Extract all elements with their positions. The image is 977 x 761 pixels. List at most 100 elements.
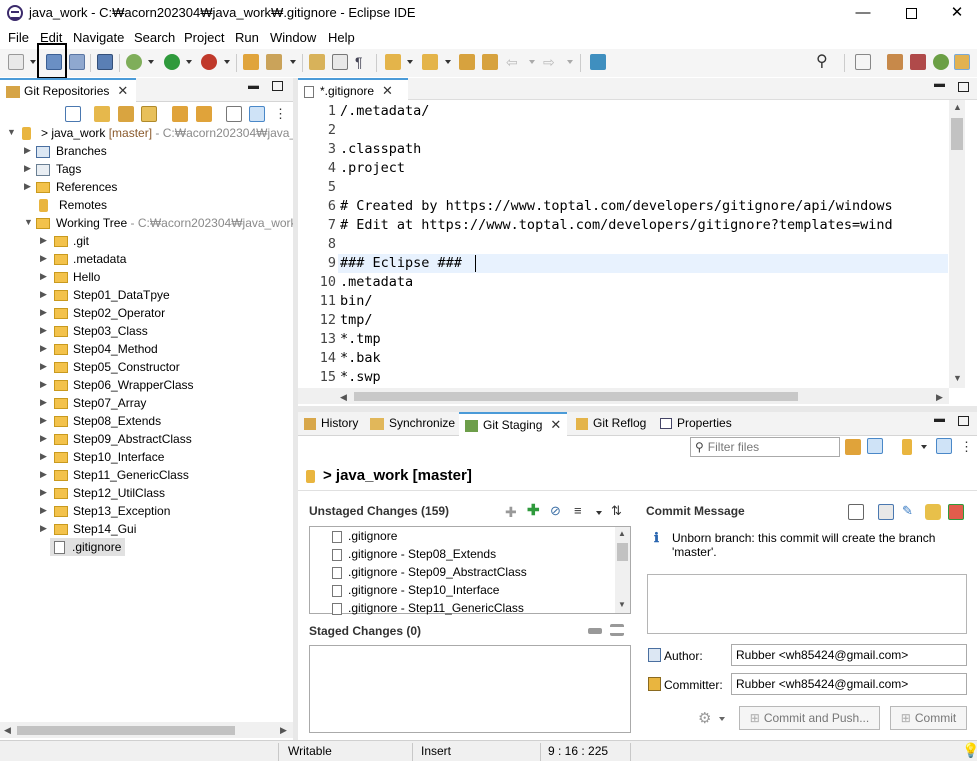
refresh-icon[interactable] [196,106,212,122]
code-line[interactable]: /.metadata/ [340,103,429,119]
tree-tags[interactable]: Tags [36,160,81,178]
chevron-down-icon[interactable]: ▼ [24,217,33,227]
tree-folder[interactable]: Step12_UtilClass [54,484,165,502]
scroll-down-icon[interactable]: ▼ [953,373,962,383]
git-perspective-icon[interactable] [954,54,970,70]
view-menu-icon[interactable]: ⋮ [274,106,290,122]
close-tab-icon[interactable]: ✕ [117,80,128,102]
presentation-icon[interactable]: ≡ [574,504,590,520]
last-edit-forward-icon[interactable] [482,54,498,70]
open-type-icon[interactable] [243,54,259,70]
tree-folder[interactable]: .git [54,232,89,250]
tree-remotes[interactable]: Remotes [36,196,107,214]
chevron-right-icon[interactable]: ▶ [40,487,47,498]
chevron-right-icon[interactable]: ▶ [40,361,47,372]
chevron-right-icon[interactable]: ▶ [40,325,47,336]
list-item[interactable]: .gitignore - Step09_AbstractClass [332,563,527,581]
text-editor[interactable]: 1/.metadata/2 3 .classpath 4 .project 5 6 # Cre… [298,100,977,406]
tree-folder[interactable]: Step04_Method [54,340,158,358]
code-line[interactable]: # Edit at https://www.toptal.com/develop… [340,217,893,233]
code-line[interactable]: ### Eclipse ### [340,255,462,271]
code-line[interactable]: .classpath [340,141,421,157]
debug-icon[interactable] [126,54,142,70]
create-repo-icon[interactable] [141,106,157,122]
signed-off-icon[interactable]: ✎ [902,504,918,520]
chevron-right-icon[interactable]: ▶ [40,469,47,480]
next-annotation-dropdown-icon[interactable] [407,60,413,64]
code-line[interactable]: *.bak [340,350,381,366]
list-item[interactable]: .gitignore - Step10_Interface [332,581,499,599]
tree-folder[interactable]: Step11_GenericClass [54,466,189,484]
tab-history[interactable]: History [298,412,364,436]
prev-annotation-icon[interactable] [422,54,438,70]
minimize-button[interactable]: — [848,3,878,23]
list-item[interactable]: .gitignore - Step08_Extends [332,545,496,563]
tab-synchronize[interactable]: Synchronize [364,412,461,436]
commit-message-input[interactable] [647,574,967,634]
unstage-all-icon[interactable] [610,624,624,636]
debug-dropdown-icon[interactable] [148,60,154,64]
chevron-right-icon[interactable]: ▶ [40,397,47,408]
tree-branches[interactable]: Branches [36,142,107,160]
close-tab-icon[interactable]: ✕ [382,80,393,102]
chevron-right-icon[interactable]: ▶ [40,253,47,264]
author-input[interactable]: Rubber <wh85424@gmail.com> [731,644,967,666]
maximize-editor-icon[interactable] [958,82,969,92]
chevron-right-icon[interactable]: ▶ [24,163,31,174]
tree-file-gitignore[interactable]: .gitignore [50,538,126,556]
menu-navigate[interactable]: Navigate [73,30,124,45]
tree-folder[interactable]: Step07_Array [54,394,146,412]
collapse-all-icon[interactable] [65,106,81,122]
tree-folder[interactable]: Step14_Gui [54,520,136,538]
external-tools-dropdown-icon[interactable] [224,60,230,64]
toggle-mark-icon[interactable] [309,54,325,70]
filter-files-input[interactable]: ⚲ Filter files [690,437,840,457]
stage-all-icon[interactable]: ✚ [527,503,543,520]
tab-gitignore[interactable]: *.gitignore ✕ [298,78,408,100]
search-icon[interactable]: ⚲ [816,54,832,70]
chevron-right-icon[interactable]: ▶ [24,181,31,192]
open-perspective-icon[interactable] [855,54,871,70]
tree-folder[interactable]: Step13_Exception [54,502,170,520]
menu-run[interactable]: Run [235,30,259,45]
presentation-dropdown-icon[interactable] [596,511,602,515]
close-window-button[interactable]: ✕ [942,3,972,23]
chevron-down-icon[interactable]: ▼ [7,127,16,137]
tree-folder[interactable]: Step01_DataTpye [54,286,170,304]
refresh-icon[interactable] [845,439,861,455]
tree-folder[interactable]: Step10_Interface [54,448,164,466]
list-vertical-scrollbar[interactable]: ▲ ▼ [615,527,630,613]
forward-icon[interactable]: ⇨ [543,54,559,70]
tree-folder[interactable]: Step09_AbstractClass [54,430,192,448]
external-tools-icon[interactable] [201,54,217,70]
menu-window[interactable]: Window [270,30,316,45]
show-whitespace-icon[interactable]: ¶ [355,54,371,70]
horizontal-scrollbar[interactable]: ◀ ▶ [0,722,293,738]
stage-selected-icon[interactable]: ✚ [505,505,521,521]
clone-repo-icon[interactable] [118,106,134,122]
menu-file[interactable]: File [8,30,29,45]
maximize-button[interactable] [896,3,926,23]
repository-dropdown-icon[interactable] [921,445,927,449]
minimize-view-icon[interactable]: ▬ [934,413,945,425]
forward-dropdown-icon[interactable] [567,60,573,64]
back-dropdown-icon[interactable] [529,60,535,64]
code-line[interactable]: .metadata [340,274,413,290]
tree-working-tree[interactable]: Working Tree - C:₩acorn202304₩java_work [36,214,297,232]
settings-gear-icon[interactable]: ⚙ [698,709,711,727]
code-line[interactable]: # Created by https://www.toptal.com/deve… [340,198,893,214]
tree-folder[interactable]: Step05_Constructor [54,358,180,376]
chevron-right-icon[interactable]: ▶ [40,307,47,318]
add-repo-icon[interactable] [94,106,110,122]
scroll-left-icon[interactable]: ◀ [4,725,11,736]
spell-check-icon[interactable] [848,504,864,520]
scroll-down-icon[interactable]: ▼ [618,600,626,609]
code-line[interactable]: *.tmp [340,331,381,347]
link-editor-icon[interactable] [172,106,188,122]
commit-and-push-button[interactable]: ⊞ Commit and Push... [739,706,880,730]
terminal-icon[interactable] [97,54,113,70]
new-icon[interactable] [8,54,24,70]
repo-node[interactable]: > java_work [master] - C:₩acorn202304₩ja… [22,124,296,142]
chevron-right-icon[interactable]: ▶ [40,379,47,390]
tab-git-staging[interactable]: Git Staging ✕ [459,412,568,436]
